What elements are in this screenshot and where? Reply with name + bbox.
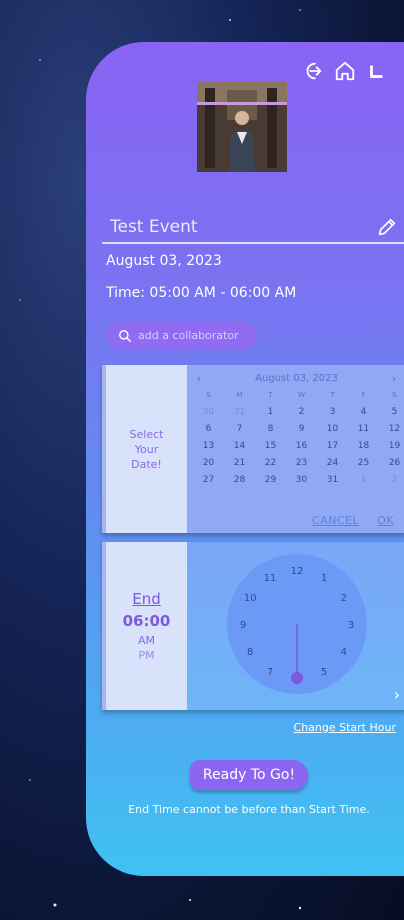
calendar-day[interactable]: 6: [193, 421, 224, 438]
event-title: Test Event: [110, 217, 198, 237]
error-message: End Time cannot be before than Start Tim…: [128, 803, 370, 816]
select-date-label: Select Your Date!: [129, 427, 164, 471]
date-picker-side: Select Your Date!: [102, 365, 187, 533]
clock-number[interactable]: 3: [348, 620, 354, 631]
top-nav: [302, 60, 388, 82]
next-month-icon[interactable]: ›: [388, 372, 400, 385]
calendar-day[interactable]: 17: [317, 438, 348, 455]
pencil-icon[interactable]: [376, 216, 398, 238]
calendar-day[interactable]: 28: [224, 472, 255, 489]
calendar-day[interactable]: 27: [193, 472, 224, 489]
calendar-day[interactable]: 1: [255, 404, 286, 421]
clock-number[interactable]: 8: [247, 647, 253, 658]
calendar-day[interactable]: 30: [193, 404, 224, 421]
date-picker-card: Select Your Date! ‹ August 03, 2023 › S M…: [102, 365, 404, 533]
calendar-day[interactable]: 19: [379, 438, 404, 455]
calendar-grid: S M T W T F S 30 31 1 2 3 4 5 6 7 8 9 10 11 12 13 14 15 16 17 18 19…: [193, 387, 400, 489]
weekday-label: T: [268, 391, 273, 399]
clock-number[interactable]: 9: [240, 620, 246, 631]
calendar-day[interactable]: 9: [286, 421, 317, 438]
weekday-label: M: [236, 391, 243, 399]
calendar: ‹ August 03, 2023 › S M T W T F S 30 31 1 2 3 4 5 6 7 8 9…: [187, 365, 404, 533]
calendar-day[interactable]: 31: [224, 404, 255, 421]
clock-number[interactable]: 7: [267, 667, 273, 678]
prev-month-icon[interactable]: ‹: [193, 372, 205, 385]
ready-button[interactable]: Ready To Go!: [190, 760, 308, 790]
event-time: Time: 05:00 AM - 06:00 AM: [106, 285, 297, 301]
clock-number[interactable]: 1: [321, 573, 327, 584]
calendar-day[interactable]: 26: [379, 455, 404, 472]
calendar-day[interactable]: 2: [286, 404, 317, 421]
calendar-month-label: August 03, 2023: [255, 372, 338, 384]
next-icon[interactable]: ›: [394, 685, 400, 704]
clock-hand-handle[interactable]: [291, 672, 303, 684]
calendar-day[interactable]: 12: [379, 421, 404, 438]
calendar-day[interactable]: 8: [255, 421, 286, 438]
calendar-day[interactable]: 10: [317, 421, 348, 438]
clock-number[interactable]: 12: [291, 566, 304, 577]
calendar-day[interactable]: 1: [348, 472, 379, 489]
collaborator-search[interactable]: [106, 322, 258, 349]
calendar-day[interactable]: 11: [348, 421, 379, 438]
calendar-header: ‹ August 03, 2023 ›: [193, 371, 400, 385]
weekday-label: T: [330, 391, 335, 399]
calendar-day[interactable]: 2: [379, 472, 404, 489]
weekday-label: S: [392, 391, 397, 399]
search-icon: [119, 329, 131, 342]
weekday-label: W: [298, 391, 305, 399]
calendar-day[interactable]: 4: [348, 404, 379, 421]
calendar-day[interactable]: 25: [348, 455, 379, 472]
corner-icon[interactable]: [366, 60, 388, 82]
time-picker-side: End 06:00 AM PM: [102, 542, 187, 710]
event-title-field[interactable]: Test Event: [102, 212, 404, 244]
calendar-day[interactable]: 7: [224, 421, 255, 438]
calendar-day[interactable]: 22: [255, 455, 286, 472]
calendar-day[interactable]: 13: [193, 438, 224, 455]
calendar-day[interactable]: 20: [193, 455, 224, 472]
clock-face-wrap: 121234567891011 ›: [187, 542, 404, 710]
calendar-day[interactable]: 24: [317, 455, 348, 472]
calendar-actions: CANCEL OK: [312, 514, 394, 527]
calendar-day[interactable]: 30: [286, 472, 317, 489]
clock-number[interactable]: 2: [341, 593, 347, 604]
calendar-day[interactable]: 16: [286, 438, 317, 455]
clock-face[interactable]: 121234567891011: [227, 554, 367, 694]
end-time-value: 06:00: [122, 612, 171, 630]
clock-number[interactable]: 10: [244, 593, 257, 604]
am-toggle[interactable]: AM: [138, 634, 155, 647]
weekday-label: F: [361, 391, 366, 399]
calendar-day[interactable]: 5: [379, 404, 404, 421]
home-icon[interactable]: [334, 60, 356, 82]
calendar-day[interactable]: 14: [224, 438, 255, 455]
calendar-day[interactable]: 3: [317, 404, 348, 421]
calendar-day[interactable]: 21: [224, 455, 255, 472]
cancel-button[interactable]: CANCEL: [312, 514, 359, 527]
clock-number[interactable]: 4: [341, 647, 347, 658]
event-date: August 03, 2023: [106, 253, 222, 269]
event-panel: Test Event August 03, 2023 Time: 05:00 A…: [86, 42, 404, 876]
time-picker-card: End 06:00 AM PM 121234567891011 ›: [102, 542, 404, 710]
logout-icon[interactable]: [302, 60, 324, 82]
change-start-hour-link[interactable]: Change Start Hour: [294, 721, 396, 734]
calendar-day[interactable]: 18: [348, 438, 379, 455]
pm-toggle[interactable]: PM: [138, 649, 154, 662]
weekday-label: S: [206, 391, 211, 399]
calendar-day[interactable]: 15: [255, 438, 286, 455]
clock-number[interactable]: 11: [264, 573, 277, 584]
calendar-day[interactable]: 23: [286, 455, 317, 472]
collaborator-input[interactable]: [138, 329, 258, 342]
profile-photo: [197, 82, 287, 172]
calendar-day[interactable]: 29: [255, 472, 286, 489]
calendar-day[interactable]: 31: [317, 472, 348, 489]
clock-number[interactable]: 5: [321, 667, 327, 678]
ok-button[interactable]: OK: [377, 514, 394, 527]
end-mode-link[interactable]: End: [132, 590, 161, 608]
